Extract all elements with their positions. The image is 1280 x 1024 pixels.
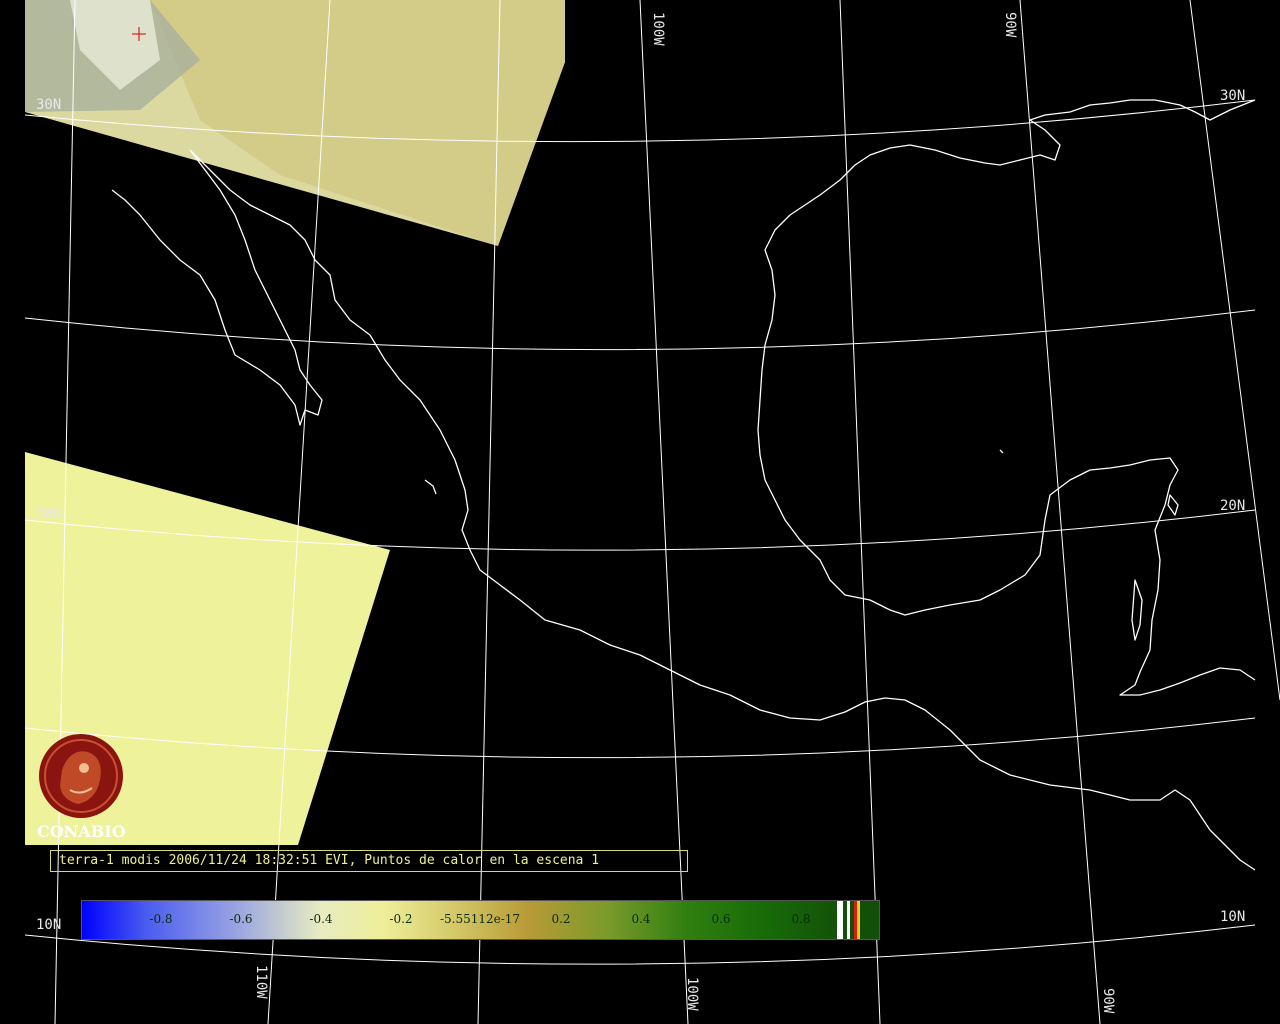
colorbar-label: -0.6 [229,912,253,926]
colorbar-label: -0.4 [309,912,333,926]
lon-label-bottom-100w: 100W [684,977,700,1011]
colorbar-white-stripe [847,901,850,939]
colorbar-label: 0.8 [791,912,811,926]
colorbar-label: 0.6 [711,912,731,926]
colorbar-label: -0.8 [149,912,173,926]
colorbar-label: -0.2 [389,912,413,926]
conabio-logo-text: CONABIO [37,822,126,841]
lat-label-left-30n: 30N [36,97,62,113]
lat-label-left-20n: 20N [36,506,62,522]
lat-label-right-20n: 20N [1220,498,1246,514]
scene-caption: terra-1 modis 2006/11/24 18:32:51 EVI, P… [50,850,688,872]
colorbar-label: 0.2 [551,912,571,926]
lon-label-top-100w: 100W [650,12,666,46]
lon-label-top-90w: 90W [1002,12,1018,38]
evi-colorbar: -0.8 -0.6 -0.4 -0.2 -5.55112e-17 0.2 0.4… [81,900,880,940]
colorbar-label: 0.4 [631,912,651,926]
conabio-logo-icon [39,734,123,818]
colorbar-label: -5.55112e-17 [439,912,521,926]
lat-label-left-10n: 10N [36,917,62,933]
colorbar-white-stripe [837,901,843,939]
lon-label-bottom-110w: 110W [253,965,269,999]
satellite-swath-north [25,0,565,246]
colorbar-yellow-stripe [857,901,860,939]
lat-label-right-10n: 10N [1220,909,1246,925]
lon-label-bottom-90w: 90W [1100,988,1116,1014]
lat-label-right-30n: 30N [1220,88,1246,104]
